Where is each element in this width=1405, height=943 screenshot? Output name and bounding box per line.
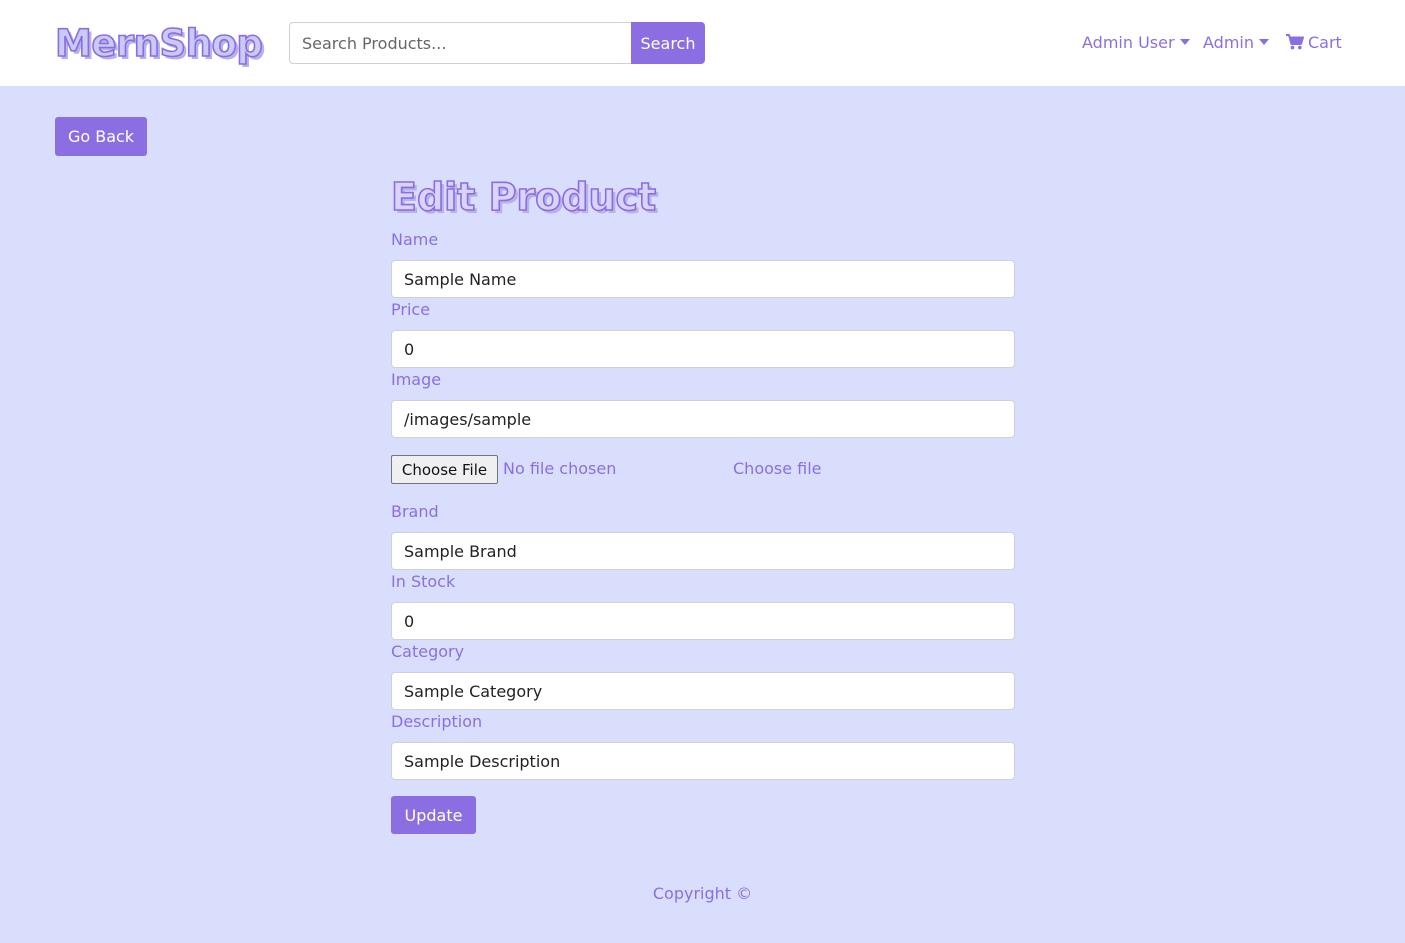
file-status-text: No file chosen	[503, 459, 617, 478]
admin-menu-label: Admin	[1203, 33, 1254, 52]
search-input[interactable]	[289, 22, 631, 64]
in-stock-field[interactable]	[391, 602, 1015, 640]
choose-file-label: Choose file	[733, 459, 822, 478]
brand-label: Brand	[391, 502, 439, 521]
category-label: Category	[391, 642, 465, 661]
description-label: Description	[391, 712, 483, 731]
caret-down-icon	[1259, 39, 1269, 45]
footer: Copyright ©	[0, 882, 1405, 906]
brand-logo[interactable]: MernShop	[54, 21, 264, 66]
copyright-text: Copyright ©	[652, 884, 753, 903]
go-back-button[interactable]: Go Back	[55, 117, 147, 156]
category-field[interactable]	[391, 672, 1015, 710]
search-button[interactable]: Search	[631, 22, 705, 64]
choose-file-button[interactable]: Choose File	[391, 455, 498, 484]
user-menu-label: Admin User	[1082, 33, 1175, 52]
brand-field[interactable]	[391, 532, 1015, 570]
user-menu-dropdown[interactable]: Admin User	[1082, 30, 1190, 56]
cart-link[interactable]: Cart	[1286, 30, 1342, 56]
caret-down-icon	[1179, 39, 1190, 45]
admin-menu-dropdown[interactable]: Admin	[1203, 30, 1269, 56]
price-field[interactable]	[391, 330, 1015, 368]
navbar: MernShop Search Admin User Admin Cart	[0, 0, 1405, 86]
name-field[interactable]	[391, 260, 1015, 298]
description-field[interactable]	[391, 742, 1015, 780]
image-label: Image	[391, 370, 442, 389]
name-label: Name	[391, 230, 439, 249]
shopping-cart-icon	[1286, 32, 1304, 58]
price-label: Price	[391, 300, 431, 319]
image-path-field[interactable]	[391, 400, 1015, 438]
in-stock-label: In Stock	[391, 572, 456, 591]
update-button[interactable]: Update	[391, 796, 476, 834]
page-title: Edit Product	[390, 174, 657, 220]
cart-label: Cart	[1308, 33, 1342, 52]
